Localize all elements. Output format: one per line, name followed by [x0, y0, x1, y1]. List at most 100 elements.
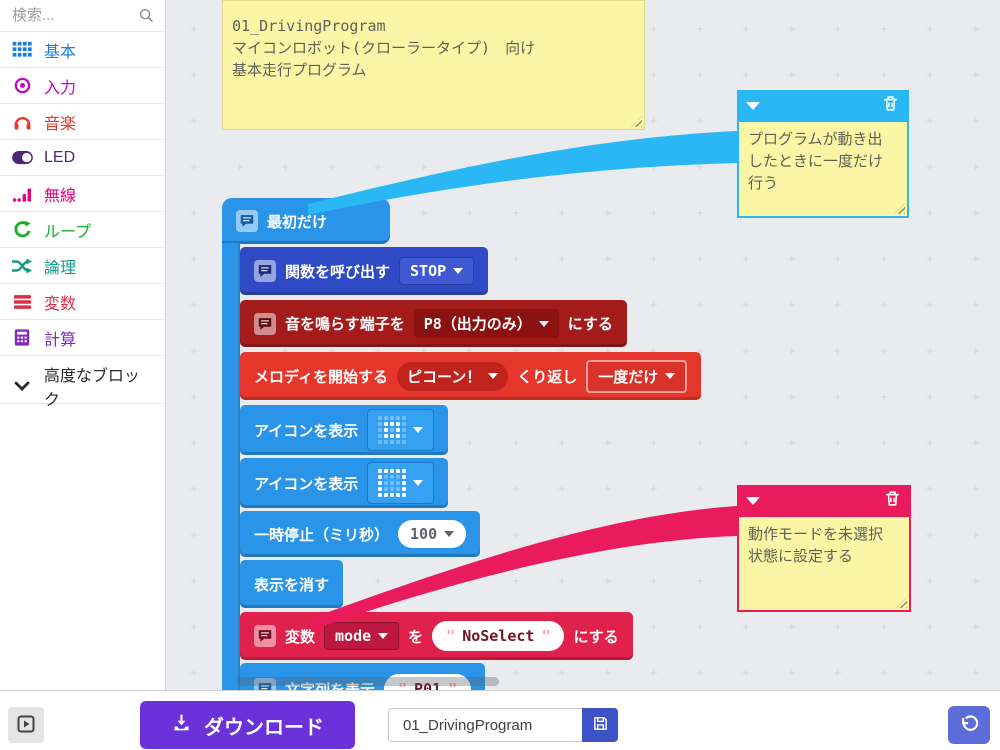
- trash-icon[interactable]: [883, 489, 902, 514]
- field-value: NoSelect: [462, 627, 534, 645]
- download-button[interactable]: ダウンロード: [140, 701, 355, 749]
- search-icon: [137, 7, 155, 25]
- category-item-logic[interactable]: 論理: [0, 248, 165, 284]
- block-clear-screen[interactable]: 表示を消す: [240, 560, 343, 608]
- comment-indicator-icon[interactable]: [236, 210, 258, 232]
- block-label: にする: [573, 626, 618, 647]
- dropdown-arrow-icon: [665, 373, 675, 379]
- category-item-loops[interactable]: ループ: [0, 212, 165, 248]
- category-item-basic[interactable]: 基本: [0, 32, 165, 68]
- block-set-variable[interactable]: 変数 mode を "NoSelect" にする: [240, 612, 633, 660]
- comment-indicator-icon[interactable]: [254, 313, 276, 335]
- block-label: にする: [568, 313, 613, 334]
- category-item-variables[interactable]: 変数: [0, 284, 165, 320]
- function-dropdown[interactable]: STOP: [399, 257, 474, 285]
- melody-dropdown[interactable]: ピコーン！: [397, 362, 508, 391]
- block-comment-mode[interactable]: 動作モードを未選択 状態に設定する: [737, 485, 911, 612]
- input-dot-circle-icon: [10, 76, 34, 96]
- icon-picker-dropdown[interactable]: [367, 409, 434, 451]
- undo-icon: [959, 714, 979, 737]
- block-show-icon-1[interactable]: アイコンを表示: [240, 405, 448, 455]
- block-on-start[interactable]: 最初だけ: [222, 198, 390, 244]
- led-pattern-square: [378, 469, 406, 497]
- signal-bars-icon: [10, 184, 34, 204]
- simulator-toggle-button[interactable]: [8, 707, 44, 743]
- chevron-down-icon: [10, 376, 34, 396]
- editor-bottom-bar: ダウンロード: [0, 690, 1000, 750]
- category-label: 論理: [44, 254, 76, 278]
- block-canvas[interactable]: ++++++++++++++++++++++++++++++++++++++++…: [166, 0, 1000, 690]
- trash-icon[interactable]: [881, 94, 900, 119]
- dropdown-arrow-icon: [444, 531, 454, 537]
- led-pattern-small-square: [378, 416, 406, 444]
- category-item-radio[interactable]: 無線: [0, 176, 165, 212]
- block-show-icon-2[interactable]: アイコンを表示: [240, 458, 448, 508]
- dropdown-value: P8（出力のみ）: [424, 313, 532, 334]
- dropdown-value: ピコーン！: [407, 366, 481, 387]
- makecode-editor: 基本 入力 音楽 LED 無線 ループ 論理 変数: [0, 0, 1000, 750]
- block-pause[interactable]: 一時停止（ミリ秒） 100: [240, 511, 480, 557]
- dropdown-value: mode: [335, 627, 371, 645]
- category-item-led[interactable]: LED: [0, 140, 165, 176]
- string-value-field[interactable]: "NoSelect": [432, 621, 564, 651]
- note-resize-handle[interactable]: [894, 203, 905, 214]
- dropdown-arrow-icon: [453, 268, 463, 274]
- category-label: LED: [44, 149, 75, 167]
- pin-dropdown[interactable]: P8（出力のみ）: [414, 309, 559, 338]
- play-square-icon: [17, 715, 35, 736]
- block-label: を: [408, 626, 423, 647]
- dropdown-arrow-icon: [488, 373, 498, 379]
- block-label: 音を鳴らす端子を: [285, 313, 405, 334]
- category-item-input[interactable]: 入力: [0, 68, 165, 104]
- note-resize-handle[interactable]: [631, 116, 642, 127]
- collapse-comment-icon[interactable]: [746, 102, 760, 110]
- block-comment-start[interactable]: プログラムが動き出 したときに一度だけ 行う: [737, 90, 909, 218]
- save-button[interactable]: [582, 708, 618, 742]
- icon-picker-dropdown[interactable]: [367, 462, 434, 504]
- comment-indicator-icon[interactable]: [254, 625, 276, 647]
- project-name-input[interactable]: [388, 708, 582, 742]
- basic-grid-icon: [10, 40, 34, 60]
- collapse-comment-icon[interactable]: [746, 497, 760, 505]
- advanced-blocks-toggle[interactable]: 高度なブロック: [0, 368, 165, 404]
- block-label: 最初だけ: [267, 211, 327, 232]
- block-set-sound-pin[interactable]: 音を鳴らす端子を P8（出力のみ） にする: [240, 300, 627, 347]
- dropdown-value: 一度だけ: [598, 366, 658, 387]
- dropdown-arrow-icon: [539, 321, 549, 327]
- variable-dropdown[interactable]: mode: [324, 622, 399, 650]
- category-item-music[interactable]: 音楽: [0, 104, 165, 140]
- dropdown-arrow-icon: [413, 480, 423, 486]
- note-line: 行う: [748, 172, 898, 194]
- block-label: 表示を消す: [254, 574, 329, 595]
- undo-button[interactable]: [948, 706, 990, 744]
- dropdown-value: STOP: [410, 262, 446, 280]
- download-icon: [171, 712, 192, 739]
- on-start-spine: [222, 243, 240, 690]
- comment-indicator-icon[interactable]: [254, 260, 276, 282]
- note-line: プログラムが動き出: [748, 128, 898, 150]
- advanced-label: 高度なブロック: [44, 362, 155, 410]
- toolbox: 基本 入力 音楽 LED 無線 ループ 論理 変数: [0, 0, 166, 690]
- workspace-note-title[interactable]: 01_DrivingProgram マイコンロボット(クローラータイプ) 向け …: [222, 0, 645, 130]
- category-item-math[interactable]: 計算: [0, 320, 165, 356]
- category-label: 音楽: [44, 110, 76, 134]
- block-label: 関数を呼び出す: [285, 261, 390, 282]
- block-call-function[interactable]: 関数を呼び出す STOP: [240, 247, 488, 295]
- note-line: 動作モードを未選択: [748, 523, 900, 545]
- quote-mark: ": [446, 627, 455, 645]
- toolbox-search[interactable]: [0, 0, 165, 32]
- block-start-melody[interactable]: メロディを開始する ピコーン！ くり返し 一度だけ: [240, 352, 701, 400]
- search-input[interactable]: [10, 6, 137, 25]
- dropdown-value: 100: [410, 525, 437, 543]
- block-label: メロディを開始する: [254, 366, 388, 387]
- block-label: くり返し: [517, 366, 577, 387]
- headphones-icon: [10, 112, 34, 132]
- note-line: したときに一度だけ: [748, 150, 898, 172]
- category-label: 計算: [44, 326, 76, 350]
- repeat-dropdown[interactable]: 一度だけ: [586, 360, 687, 393]
- pause-value-dropdown[interactable]: 100: [398, 520, 466, 548]
- note-line: 状態に設定する: [748, 545, 900, 567]
- horizontal-scrollbar[interactable]: [237, 677, 499, 686]
- note-line: 01_DrivingProgram: [232, 15, 635, 37]
- note-resize-handle[interactable]: [896, 597, 907, 608]
